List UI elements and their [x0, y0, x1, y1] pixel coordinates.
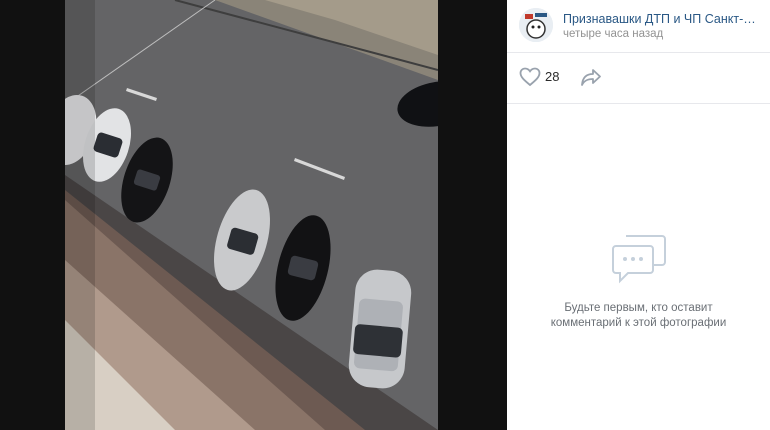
post-timestamp[interactable]: четыре часа назад [563, 28, 663, 40]
post-photo[interactable] [65, 0, 438, 430]
street-photo-illustration [65, 0, 438, 430]
comments-bubble-icon [610, 232, 668, 286]
photo-viewer [0, 0, 507, 430]
like-count[interactable]: 28 [545, 69, 559, 84]
comments-empty-message: Будьте первым, кто оставит комментарий к… [507, 301, 770, 331]
post-actions: 28 [507, 53, 770, 104]
comments-empty-state: Будьте первым, кто оставит комментарий к… [507, 232, 770, 331]
empty-message-line-1: Будьте первым, кто оставит [564, 302, 713, 314]
avatar-logo-icon [519, 8, 553, 42]
avatar[interactable] [519, 8, 553, 42]
post-side-panel: Признавашки ДТП и ЧП Санкт-Петербург чет… [507, 0, 770, 430]
empty-message-line-2: комментарий к этой фотографии [550, 317, 727, 329]
community-title-link[interactable]: Признавашки ДТП и ЧП Санкт-Петербург [563, 12, 763, 26]
heart-icon[interactable] [519, 67, 541, 87]
share-icon[interactable] [580, 67, 602, 87]
post-header: Признавашки ДТП и ЧП Санкт-Петербург чет… [507, 0, 770, 53]
